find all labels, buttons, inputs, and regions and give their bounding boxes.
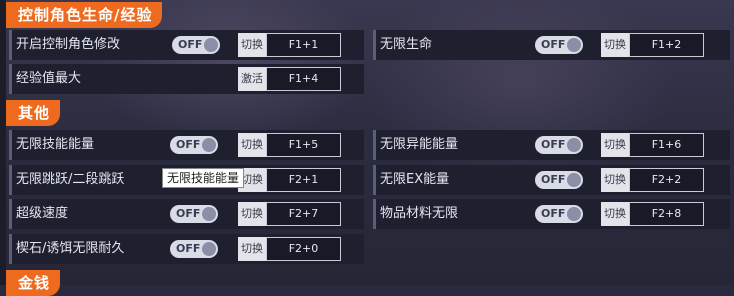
cheat-row-infinite-ex-energy: 无限EX能量 OFF 切换 F2+2	[373, 165, 730, 195]
hotkey-action[interactable]: 切换	[238, 133, 266, 157]
hotkey-action[interactable]: 切换	[238, 202, 266, 226]
hotkey-action[interactable]: 切换	[238, 33, 266, 57]
cheat-label: 楔石/诱饵无限耐久	[16, 241, 125, 256]
toggle-switch[interactable]: OFF	[535, 205, 583, 223]
toggle-state-text: OFF	[541, 138, 566, 151]
cheat-label: 经验值最大	[16, 71, 82, 86]
cheat-row-super-speed: 超级速度 OFF 切换 F2+7	[9, 199, 364, 229]
cheat-label: 无限异能能量	[380, 137, 459, 152]
cheat-row-max-exp: 经验值最大 激活 F1+4	[9, 64, 364, 94]
cheat-label: 无限EX能量	[380, 172, 450, 187]
hotkey-key[interactable]: F1+6	[629, 133, 704, 157]
toggle-knob	[567, 173, 581, 187]
hotkey-action[interactable]: 切换	[601, 133, 629, 157]
cheat-row-infinite-durability: 楔石/诱饵无限耐久 OFF 切换 F2+0	[9, 234, 364, 264]
toggle-state-text: OFF	[178, 38, 203, 51]
toggle-state-text: OFF	[176, 207, 201, 220]
toggle-knob	[567, 38, 581, 52]
toggle-switch[interactable]: OFF	[170, 240, 218, 258]
hotkey-key[interactable]: F2+2	[629, 168, 704, 192]
hotkey-action[interactable]: 切换	[238, 237, 266, 261]
toggle-switch[interactable]: OFF	[535, 136, 583, 154]
toggle-switch[interactable]: OFF	[535, 171, 583, 189]
section-header-life-exp: 控制角色生命/经验	[6, 2, 163, 28]
cheat-label: 超级速度	[16, 206, 69, 221]
section-header-money: 金钱	[6, 270, 61, 296]
cheat-label: 开启控制角色修改	[16, 37, 121, 52]
toggle-switch[interactable]: OFF	[535, 36, 583, 54]
toggle-state-text: OFF	[541, 173, 566, 186]
toggle-state-text: OFF	[176, 242, 201, 255]
cheat-label: 无限跳跃/二段跳跃	[16, 172, 125, 187]
left-edge	[0, 0, 6, 285]
hotkey-action[interactable]: 切换	[601, 168, 629, 192]
cheat-label: 无限生命	[380, 37, 433, 52]
hotkey-key[interactable]: F1+5	[266, 133, 341, 157]
toggle-switch[interactable]: OFF	[170, 136, 218, 154]
toggle-state-text: OFF	[176, 138, 201, 151]
cheat-row-infinite-life: 无限生命 OFF 切换 F1+2	[373, 30, 730, 60]
toggle-state-text: OFF	[541, 207, 566, 220]
cheat-row-infinite-ability-energy: 无限异能能量 OFF 切换 F1+6	[373, 130, 730, 160]
toggle-knob	[202, 138, 216, 152]
hotkey-key[interactable]: F2+8	[629, 202, 704, 226]
toggle-knob	[204, 38, 218, 52]
cheat-row-infinite-materials: 物品材料无限 OFF 切换 F2+8	[373, 199, 730, 229]
hotkey-action[interactable]: 切换	[601, 202, 629, 226]
section-header-other: 其他	[6, 100, 61, 126]
toggle-knob	[567, 207, 581, 221]
toggle-knob	[567, 138, 581, 152]
hotkey-key[interactable]: F1+2	[629, 33, 704, 57]
hotkey-action[interactable]: 切换	[601, 33, 629, 57]
hotkey-key[interactable]: F2+0	[266, 237, 341, 261]
hotkey-key[interactable]: F2+7	[266, 202, 341, 226]
toggle-state-text: OFF	[541, 38, 566, 51]
hotkey-key[interactable]: F1+4	[266, 67, 341, 91]
hotkey-key[interactable]: F1+1	[266, 33, 341, 57]
toggle-knob	[202, 207, 216, 221]
cheat-label: 物品材料无限	[380, 206, 459, 221]
hotkey-key[interactable]: F2+1	[266, 168, 341, 192]
toggle-knob	[202, 242, 216, 256]
toggle-switch[interactable]: OFF	[170, 205, 218, 223]
hotkey-action[interactable]: 激活	[238, 67, 266, 91]
cheat-row-infinite-skill-energy: 无限技能能量 OFF 切换 F1+5	[9, 130, 364, 160]
cheat-label: 无限技能能量	[16, 137, 95, 152]
toggle-switch[interactable]: OFF	[172, 36, 220, 54]
tooltip: 无限技能能量	[162, 168, 245, 188]
cheat-row-control-character: 开启控制角色修改 OFF 切换 F1+1	[9, 30, 364, 60]
